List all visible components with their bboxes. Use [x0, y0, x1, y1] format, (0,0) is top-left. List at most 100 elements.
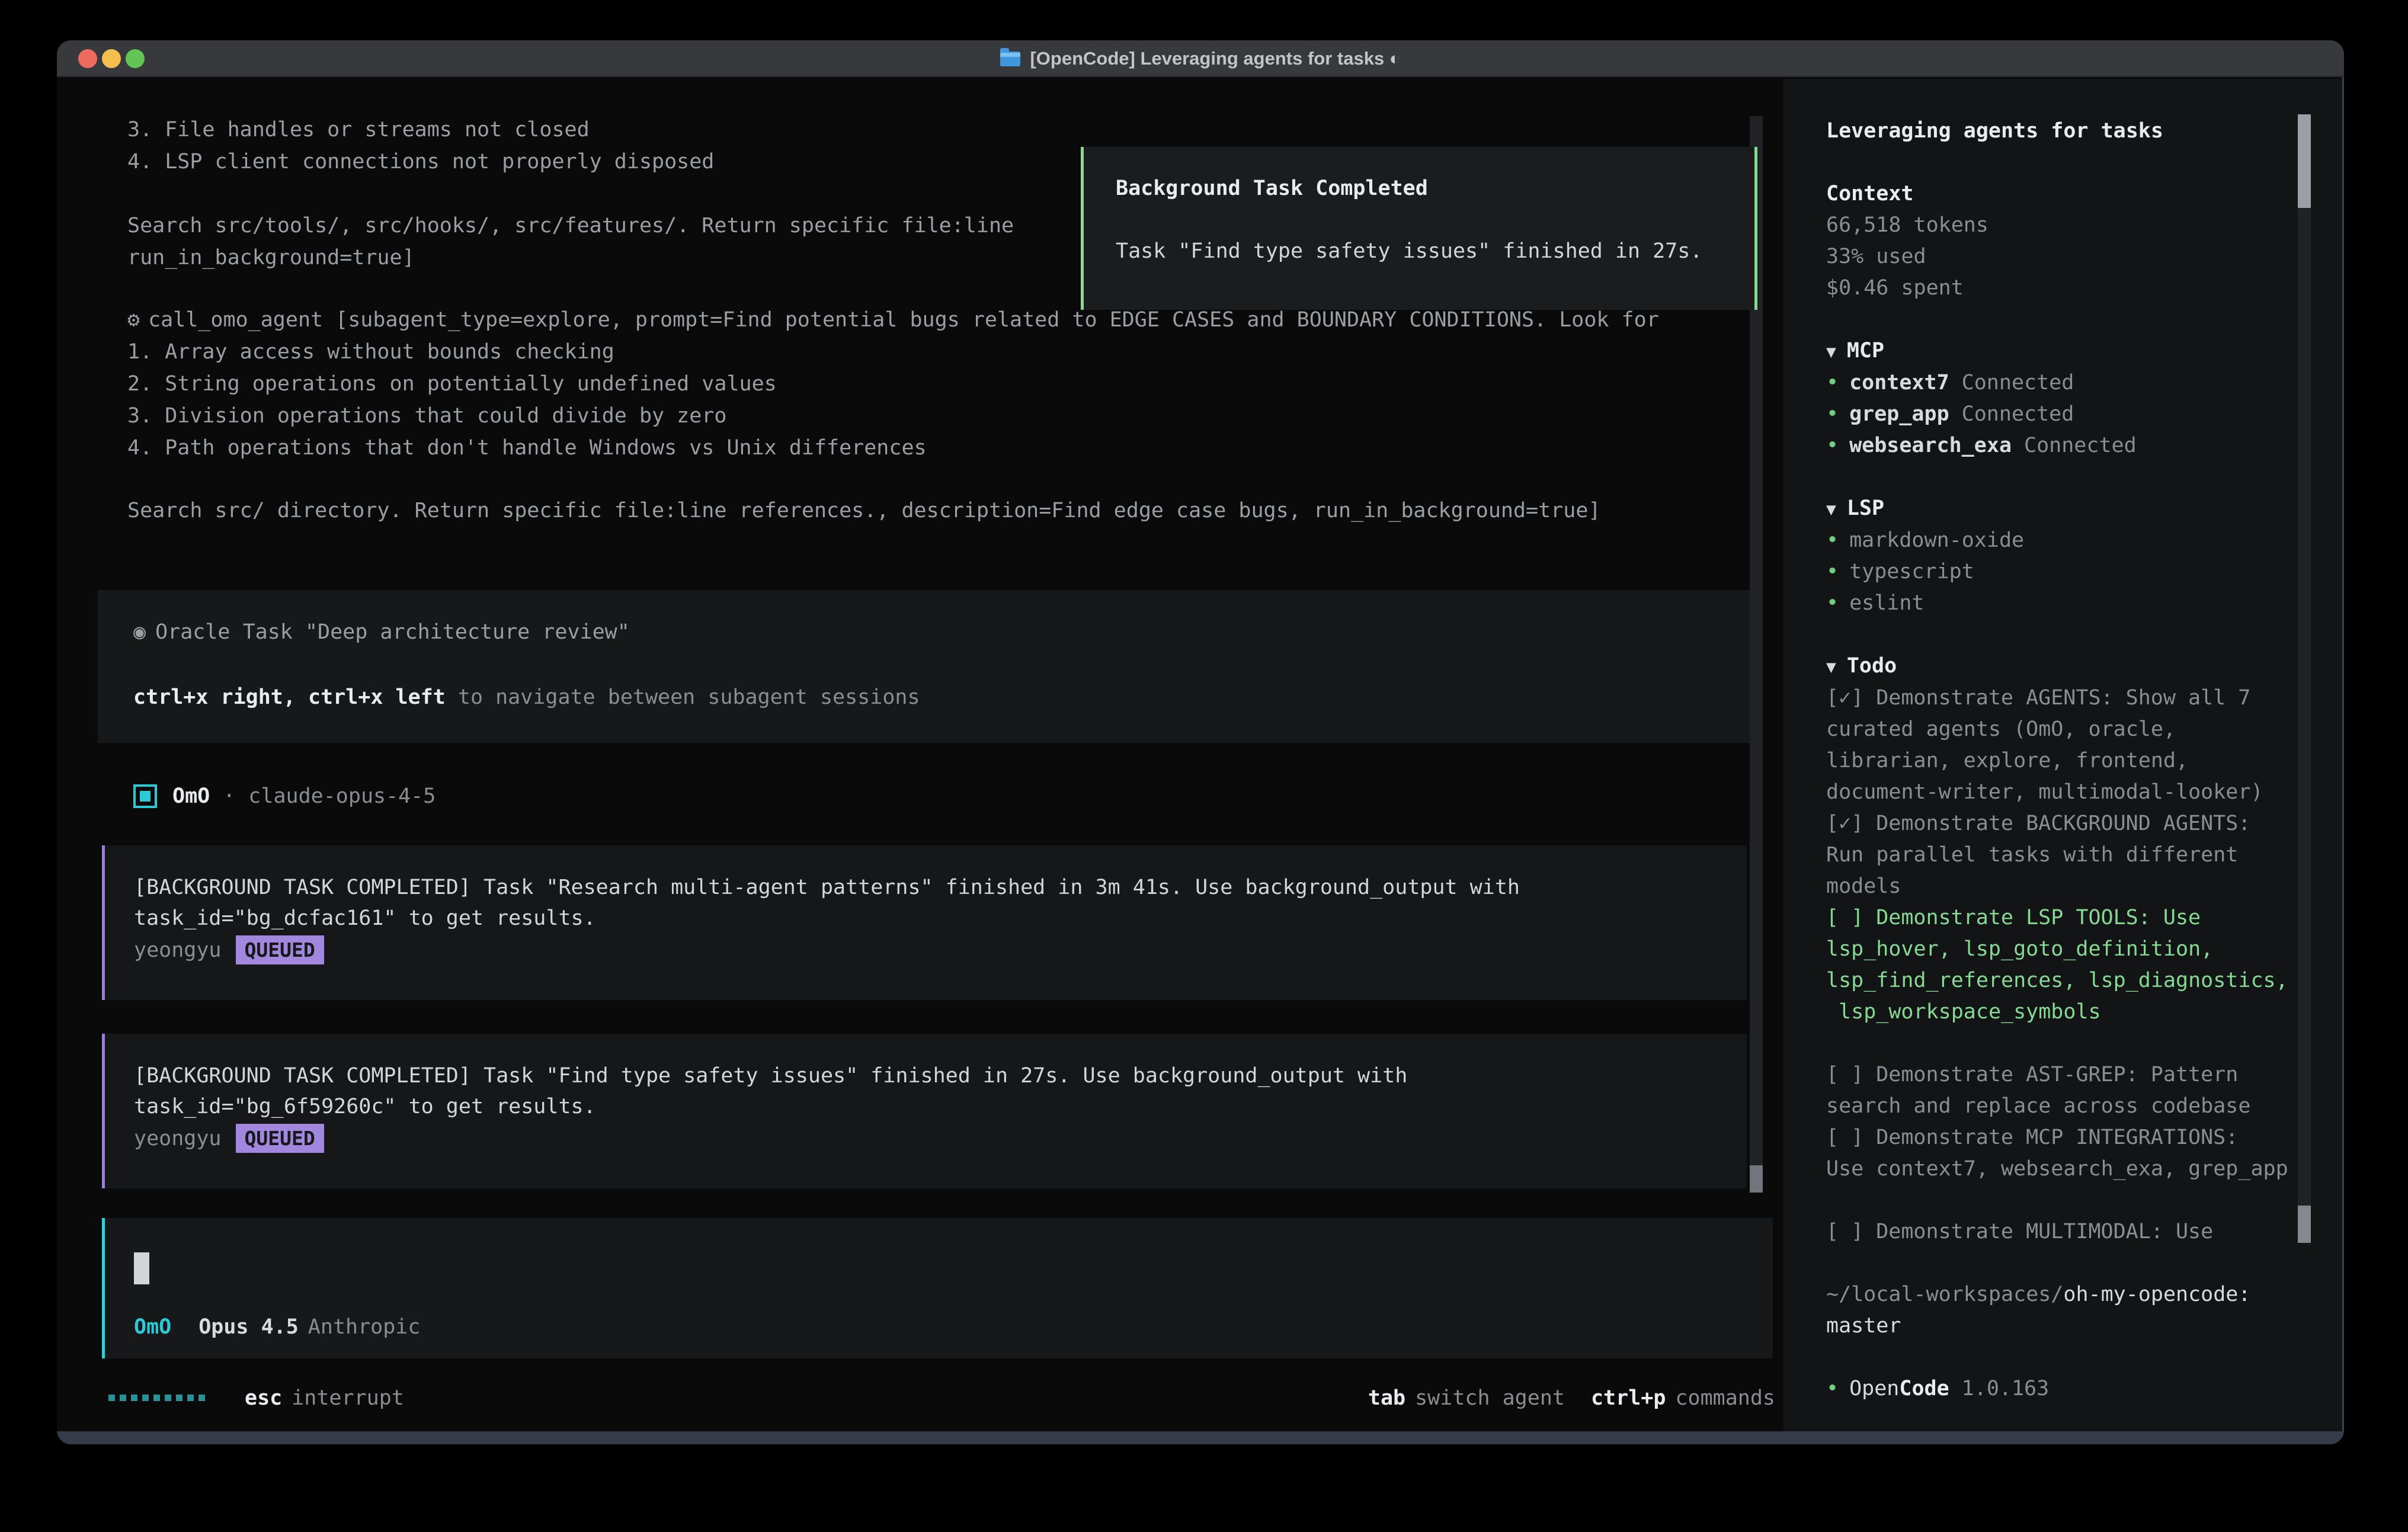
oracle-task-card: ◉Oracle Task "Deep architecture review" …: [98, 590, 1754, 743]
text-line: run_in_background=true]: [127, 242, 1014, 274]
text-line: 4. Path operations that don't handle Win…: [127, 432, 1659, 464]
desktop: [OpenCode] Leveraging agents for tasks ◐…: [0, 0, 2408, 1532]
session-title: Leveraging agents for tasks: [1826, 116, 2291, 147]
statusbar-right: tab switch agent ctrl+p commands: [1368, 1386, 1775, 1410]
todo-section: ▼Todo [✓]Demonstrate AGENTS: Show all 7 …: [1826, 650, 2291, 1248]
bullet-dot-icon: •: [1826, 1377, 1839, 1400]
context-line: 33% used: [1826, 241, 2291, 273]
todo-text: Demonstrate MULTIMODAL: Use: [1876, 1220, 2213, 1243]
agent-name: OmO: [172, 784, 210, 808]
app-name: OpenCode: [1849, 1377, 1949, 1400]
title-container: [OpenCode] Leveraging agents for tasks ◐: [57, 40, 2344, 77]
bullet-dot-icon: •: [1826, 371, 1839, 395]
main-scrollbar-thumb[interactable]: [1750, 1165, 1763, 1193]
todo-checkbox: [ ]: [1826, 1220, 1863, 1243]
prompt-input[interactable]: OmO Opus 4.5 Anthropic: [102, 1218, 1773, 1358]
notification-body: Task "Find type safety issues" finished …: [1116, 239, 1702, 263]
agent-session-header: OmO · claude-opus-4-5: [133, 780, 436, 812]
text-cursor: [134, 1252, 149, 1284]
notification-title: Background Task Completed: [1116, 177, 1428, 200]
gear-icon: ⚙: [127, 308, 140, 332]
input-model-name: Opus 4.5: [198, 1315, 299, 1339]
background-task-card: [BACKGROUND TASK COMPLETED] Task "Find t…: [102, 1034, 1747, 1188]
lsp-item: •typescript: [1826, 556, 2291, 588]
app-version: 1.0.163: [1962, 1377, 2050, 1400]
mcp-item: •websearch_exaConnected: [1826, 430, 2291, 461]
repo-name: oh-my-opencode:: [2063, 1283, 2250, 1306]
folder-icon: [1000, 52, 1020, 66]
todo-item: [ ]Demonstrate LSP TOOLS: Use lsp_hover,…: [1826, 902, 2291, 1028]
sidebar-scrollbar-thumb[interactable]: [2298, 114, 2311, 208]
keybind-ctrlx-left: ctrl+x left: [296, 685, 446, 709]
bullet-dot-icon: •: [1826, 591, 1839, 615]
text-line: 3. File handles or streams not closed: [127, 114, 714, 146]
input-provider: Anthropic: [308, 1315, 421, 1339]
chat-transcript[interactable]: 3. File handles or streams not closed4. …: [57, 79, 1783, 1431]
mcp-heading[interactable]: ▼MCP: [1826, 335, 2291, 367]
tool-call-text: call_omo_agent [subagent_type=explore, p…: [148, 308, 1659, 332]
task-user: yeongyu: [134, 1127, 222, 1150]
background-task-card: [BACKGROUND TASK COMPLETED] Task "Resear…: [102, 845, 1747, 1000]
lsp-item: •eslint: [1826, 588, 2291, 619]
todo-checkbox: [✓]: [1826, 686, 1863, 710]
oracle-task-hint: ctrl+x right, ctrl+x left to navigate be…: [133, 685, 920, 709]
message-lines: Search src/tools/, src/hooks/, src/featu…: [127, 210, 1014, 274]
todo-text: Demonstrate AGENTS: Show all 7 curated a…: [1826, 686, 2263, 804]
window-title: [OpenCode] Leveraging agents for tasks ◐: [1030, 48, 1400, 69]
context-heading: Context: [1826, 178, 2291, 210]
context-line: 66,518 tokens: [1826, 210, 2291, 241]
task-meta: yeongyu QUEUED: [134, 935, 324, 964]
sidebar-scrollbar-track[interactable]: [2298, 114, 2311, 1243]
todo-checkbox: [✓]: [1826, 812, 1863, 835]
todo-text: Demonstrate MCP INTEGRATIONS: Use contex…: [1826, 1126, 2288, 1181]
session-sidebar: Leveraging agents for tasks Context 66,5…: [1783, 79, 2342, 1431]
task-line1: [BACKGROUND TASK COMPLETED] Task "Resear…: [134, 876, 1520, 899]
todo-checkbox: [ ]: [1826, 1063, 1863, 1086]
statusbar-left: esc interrupt: [108, 1386, 404, 1410]
todo-heading[interactable]: ▼Todo: [1826, 650, 2291, 682]
input-model-row: OmO Opus 4.5 Anthropic: [134, 1315, 420, 1339]
status-badge: QUEUED: [236, 935, 324, 964]
agent-model: claude-opus-4-5: [248, 784, 436, 808]
esc-key-hint: esc: [245, 1386, 282, 1410]
chevron-down-icon: ▼: [1826, 657, 1836, 677]
task-line1: [BACKGROUND TASK COMPLETED] Task "Find t…: [134, 1064, 1407, 1088]
todo-item: [ ]Demonstrate MCP INTEGRATIONS: Use con…: [1826, 1122, 2291, 1185]
text-line: 4. LSP client connections not properly d…: [127, 146, 714, 178]
window-bottom-strip: [57, 1431, 2344, 1444]
context-section: Context 66,518 tokens33% used$0.46 spent: [1826, 178, 2291, 304]
input-agent-label: OmO: [134, 1315, 171, 1339]
todo-text: Demonstrate LSP TOOLS: Use lsp_hover, ls…: [1826, 906, 2288, 1024]
separator-dot: ·: [223, 784, 235, 808]
context-line: $0.46 spent: [1826, 273, 2291, 304]
status-badge: QUEUED: [236, 1124, 324, 1153]
mcp-item: •context7Connected: [1826, 367, 2291, 399]
chevron-down-icon: ▼: [1826, 499, 1836, 519]
task-line2: task_id="bg_6f59260c" to get results.: [134, 1095, 596, 1118]
workspace-path: ~/local-workspaces/oh-my-opencode: maste…: [1826, 1279, 2291, 1342]
agent-square-icon: [133, 784, 157, 808]
branch-name: master: [1826, 1310, 2291, 1342]
commands-hint: ctrl+p commands: [1591, 1386, 1775, 1410]
chevron-down-icon: ▼: [1826, 342, 1836, 361]
text-line: Search src/tools/, src/hooks/, src/featu…: [127, 210, 1014, 242]
text-line: 3. Division operations that could divide…: [127, 400, 1659, 432]
opencode-window: [OpenCode] Leveraging agents for tasks ◐…: [57, 40, 2344, 1444]
todo-item: [ ]Demonstrate AST-GREP: Pattern search …: [1826, 1059, 2291, 1122]
mcp-section: ▼MCP •context7Connected •grep_appConnect…: [1826, 335, 2291, 461]
todo-item: [ ] Demonstrate MULTIMODAL: Use: [1826, 1216, 2291, 1248]
text-line: 1. Array access without bounds checking: [127, 336, 1659, 368]
todo-text: Demonstrate AST-GREP: Pattern search and…: [1826, 1063, 2250, 1118]
todo-item: [✓]Demonstrate BACKGROUND AGENTS: Run pa…: [1826, 808, 2291, 902]
text-line: Search src/ directory. Return specific f…: [127, 495, 1600, 527]
status-bar: esc interrupt tab switch agent ctrl+p co…: [108, 1382, 1775, 1414]
mcp-item: •grep_appConnected: [1826, 399, 2291, 430]
notification-toast: Background Task Completed Task "Find typ…: [1081, 147, 1757, 310]
titlebar: [OpenCode] Leveraging agents for tasks ◐: [57, 40, 2344, 77]
sidebar-scrollbar-endcap: [2298, 1206, 2311, 1243]
app-version-footer: • OpenCode 1.0.163: [1826, 1373, 2291, 1405]
path-prefix: ~/local-workspaces/: [1826, 1283, 2063, 1306]
lsp-heading[interactable]: ▼LSP: [1826, 493, 2291, 525]
esc-key-label: interrupt: [292, 1386, 404, 1410]
todo-text: Demonstrate BACKGROUND AGENTS: Run paral…: [1826, 812, 2250, 898]
